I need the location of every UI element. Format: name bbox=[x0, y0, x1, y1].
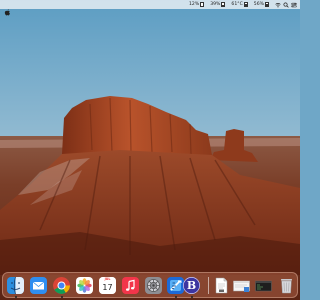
photos-icon[interactable] bbox=[76, 277, 93, 294]
apple-icon[interactable] bbox=[4, 1, 11, 16]
system-preferences-icon[interactable] bbox=[145, 277, 162, 294]
status-area: 12% 39% 61°C 56% bbox=[189, 0, 297, 9]
document-icon[interactable] bbox=[213, 277, 230, 294]
dock-separator bbox=[208, 277, 209, 294]
wifi-icon[interactable] bbox=[275, 2, 281, 8]
bbedit-letter: B bbox=[186, 279, 197, 292]
memory-stat-label: 39% bbox=[210, 2, 221, 7]
temperature-stat[interactable]: 61°C bbox=[231, 0, 248, 9]
disk-stat-bar bbox=[265, 2, 269, 7]
calendar-day: 17 bbox=[99, 281, 116, 294]
xcode-running-dot bbox=[174, 296, 177, 298]
menu-bar: 12% 39% 61°C 56% bbox=[0, 0, 300, 16]
finder-icon[interactable] bbox=[7, 277, 24, 294]
finder-running-dot bbox=[14, 296, 17, 298]
dock: JUL 17 B bbox=[2, 272, 298, 298]
mail-icon[interactable] bbox=[30, 277, 47, 294]
trash-icon[interactable] bbox=[278, 277, 295, 294]
memory-stat-bar bbox=[221, 2, 226, 7]
temperature-stat-label: 61°C bbox=[231, 2, 243, 7]
cpu-stat-bar bbox=[200, 2, 205, 7]
preview-window-icon[interactable] bbox=[233, 277, 250, 294]
control-center-icon[interactable] bbox=[291, 2, 297, 8]
bbedit-icon[interactable]: B bbox=[183, 277, 200, 294]
cpu-stat-label: 12% bbox=[188, 2, 200, 7]
xcode-icon[interactable] bbox=[167, 277, 184, 294]
chrome-running-dot bbox=[60, 296, 63, 298]
chrome-icon[interactable] bbox=[53, 277, 70, 294]
calendar-icon[interactable]: JUL 17 bbox=[99, 277, 116, 294]
disk-stat-label: 56% bbox=[253, 2, 264, 7]
disk-stat[interactable]: 56% bbox=[254, 0, 269, 9]
cpu-stat[interactable]: 12% bbox=[188, 0, 205, 9]
desktop-wallpaper bbox=[0, 0, 300, 300]
bbedit-running-dot bbox=[190, 296, 193, 298]
terminal-window-icon[interactable] bbox=[255, 277, 272, 294]
temperature-stat-bar bbox=[243, 2, 248, 7]
music-icon[interactable] bbox=[122, 277, 139, 294]
memory-stat[interactable]: 39% bbox=[210, 0, 226, 9]
wallpaper-image bbox=[0, 0, 300, 300]
search-icon[interactable] bbox=[283, 1, 289, 8]
